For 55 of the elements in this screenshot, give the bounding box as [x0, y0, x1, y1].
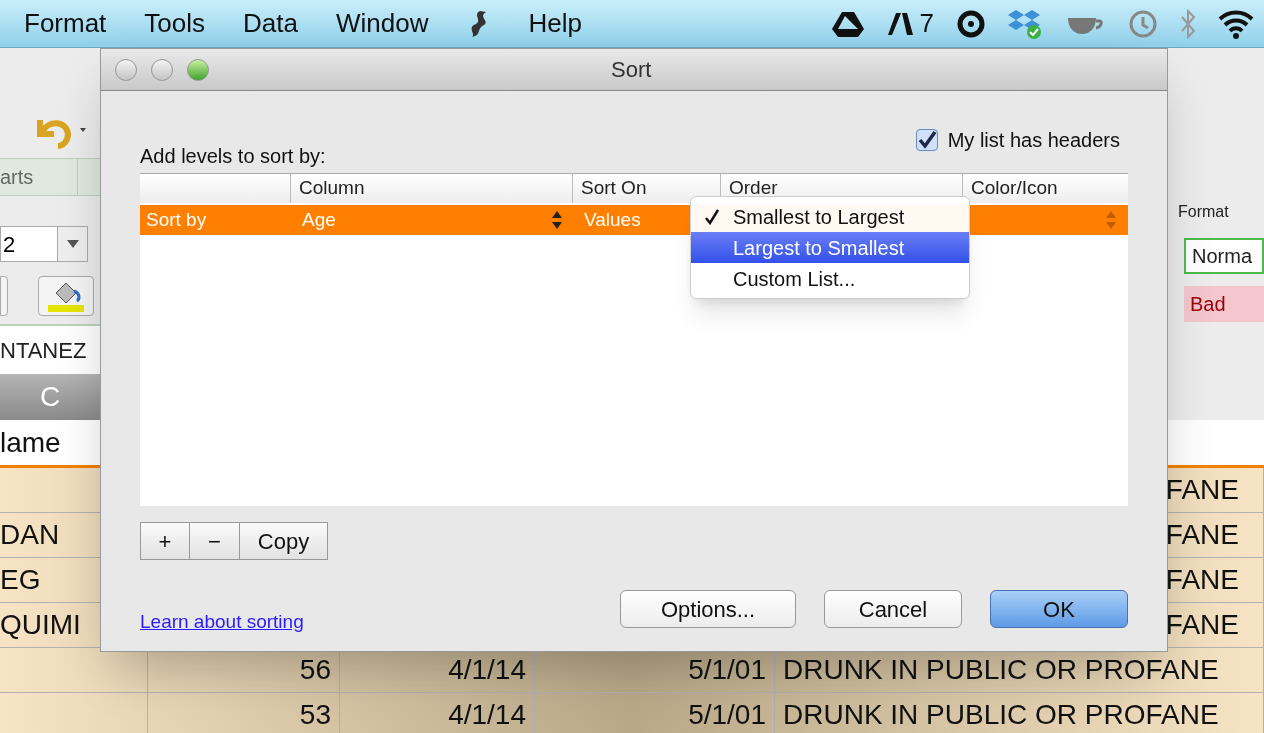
styles-label: Format	[1177, 202, 1230, 222]
table-cell-text: 5/1/01	[688, 698, 766, 732]
checkmark-icon	[705, 208, 719, 225]
ok-button[interactable]: OK	[990, 590, 1128, 629]
table-cell-text: FANE	[1165, 563, 1239, 597]
table-cell-text: FANE	[1165, 473, 1239, 507]
column-heading: Column	[299, 176, 365, 201]
header-cell-text: lame	[0, 425, 62, 460]
table-cell-text: 56	[299, 653, 331, 687]
column-heading: Order	[729, 176, 778, 201]
remove-level-button[interactable]: −	[190, 522, 240, 560]
bluetooth-icon[interactable]	[1180, 8, 1196, 39]
table-cell-text: DAN	[0, 518, 60, 552]
minimize-button[interactable]	[151, 58, 173, 81]
menu-item[interactable]: Window	[335, 4, 429, 43]
menu-item[interactable]: Format	[24, 4, 107, 43]
toolbar-button[interactable]	[0, 276, 8, 316]
level-label: Sort by	[146, 208, 207, 230]
table-cell-text: 5/1/01	[688, 653, 766, 687]
table-cell-text: DRUNK IN PUBLIC OR PROFANE	[783, 698, 1219, 732]
table-cell-text: FANE	[1165, 608, 1239, 642]
fill-color-button[interactable]	[38, 276, 94, 316]
close-button[interactable]	[115, 58, 137, 81]
wifi-icon[interactable]	[1218, 8, 1254, 39]
table-cell-text: 53	[299, 698, 331, 732]
checkbox[interactable]	[915, 129, 938, 151]
up-down-arrows-icon[interactable]	[552, 210, 562, 230]
table-cell-text: 4/1/14	[448, 653, 526, 687]
zoom-button[interactable]	[187, 58, 209, 81]
caret-icon	[66, 240, 79, 248]
checkbox-label[interactable]: My list has headers	[947, 125, 1120, 155]
cell-style[interactable]: Bad	[1184, 286, 1264, 322]
font-size-field[interactable]: 2	[0, 226, 88, 262]
menu-item[interactable]: Largest to Smallest	[691, 232, 969, 263]
update-count: 7	[919, 7, 934, 40]
table-cell-text: DRUNK IN PUBLIC OR PROFANE	[783, 653, 1219, 687]
menu-item[interactable]: Data	[243, 4, 298, 43]
table-cell-text: EG	[0, 563, 41, 597]
window-title: Sort	[611, 56, 652, 84]
dialog-button[interactable]: Cancel	[824, 590, 962, 629]
cell-style[interactable]: Norma	[1184, 238, 1264, 274]
dialog-button[interactable]: Options...	[620, 590, 796, 629]
menu-item[interactable]: Tools	[144, 4, 206, 43]
table-cell-text: QUIMI	[0, 608, 81, 642]
add-level-button[interactable]: +	[140, 522, 190, 560]
formula-bar-text: NTANEZ	[0, 336, 87, 365]
learn-link[interactable]: Learn about sorting	[140, 608, 304, 637]
table-cell-text: FANE	[1165, 518, 1239, 552]
menu-item[interactable]: Custom List...	[691, 263, 969, 294]
prompt-text: Add levels to sort by:	[140, 144, 326, 169]
column-heading: Color/Icon	[971, 176, 1058, 201]
column-heading: Sort On	[581, 176, 647, 201]
table-cell-text: 4/1/14	[448, 698, 526, 732]
copy-button[interactable]: Copy	[240, 522, 328, 560]
menu-item[interactable]: Help	[528, 4, 582, 43]
